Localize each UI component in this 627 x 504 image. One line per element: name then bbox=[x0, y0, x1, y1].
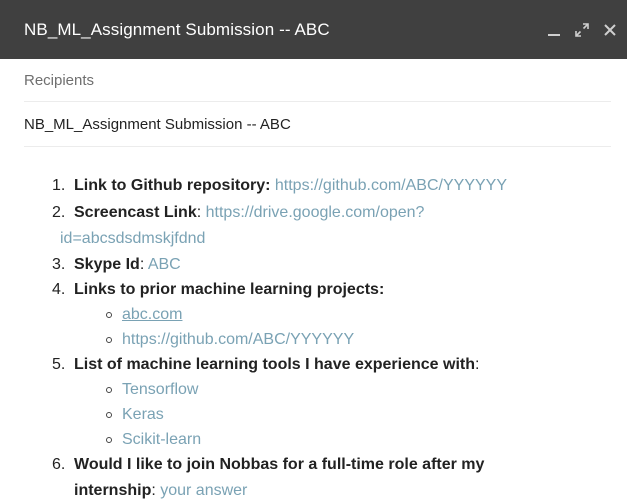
skype-id[interactable]: ABC bbox=[148, 256, 181, 273]
github-link[interactable]: https://github.com/ABC/YYYYYY bbox=[275, 177, 507, 194]
answer-text: your answer bbox=[160, 482, 248, 499]
list-item: https://github.com/ABC/YYYYYY bbox=[74, 329, 627, 350]
expand-icon bbox=[575, 22, 589, 37]
list-item: Scikit-learn bbox=[74, 429, 627, 450]
minimize-button[interactable] bbox=[545, 21, 563, 39]
window-title: NB_ML_Assignment Submission -- ABC bbox=[24, 19, 330, 39]
list-item: 3. Skype Id: ABC bbox=[52, 256, 181, 273]
list-item: 2. Screencast Link: https://drive.google… bbox=[52, 204, 425, 247]
subject-field[interactable]: NB_ML_Assignment Submission -- ABC bbox=[24, 102, 611, 147]
list-item: 6. Would I like to join Nobbas for a ful… bbox=[52, 456, 485, 499]
list-item: 4. Links to prior machine learning proje… bbox=[0, 279, 627, 350]
screencast-link-cont[interactable]: id=abcsdsdmskjfdnd bbox=[60, 230, 205, 247]
screencast-link[interactable]: https://drive.google.com/open? bbox=[206, 204, 425, 221]
subject-text: NB_ML_Assignment Submission -- ABC bbox=[24, 115, 291, 133]
list-item: Keras bbox=[74, 404, 627, 425]
list-item: 5. List of machine learning tools I have… bbox=[0, 354, 627, 450]
close-icon bbox=[604, 23, 616, 36]
answers-list: 1. Link to Github repository: https://gi… bbox=[0, 160, 627, 501]
close-button[interactable] bbox=[601, 21, 619, 39]
window-controls bbox=[545, 0, 619, 59]
list-item: 1. Link to Github repository: https://gi… bbox=[52, 177, 507, 194]
fullscreen-button[interactable] bbox=[573, 21, 591, 39]
compose-titlebar: NB_ML_Assignment Submission -- ABC bbox=[0, 0, 627, 59]
minimize-icon bbox=[548, 33, 560, 36]
tools-sublist: Tensorflow Keras Scikit-learn bbox=[74, 379, 627, 450]
project-link[interactable]: https://github.com/ABC/YYYYYY bbox=[122, 331, 354, 348]
recipients-placeholder: Recipients bbox=[24, 71, 95, 89]
list-item: abc.com bbox=[74, 304, 627, 325]
list-item: Tensorflow bbox=[74, 379, 627, 400]
project-link[interactable]: abc.com bbox=[122, 306, 182, 323]
recipients-field[interactable]: Recipients bbox=[24, 59, 611, 102]
projects-sublist: abc.com https://github.com/ABC/YYYYYY bbox=[74, 304, 627, 350]
